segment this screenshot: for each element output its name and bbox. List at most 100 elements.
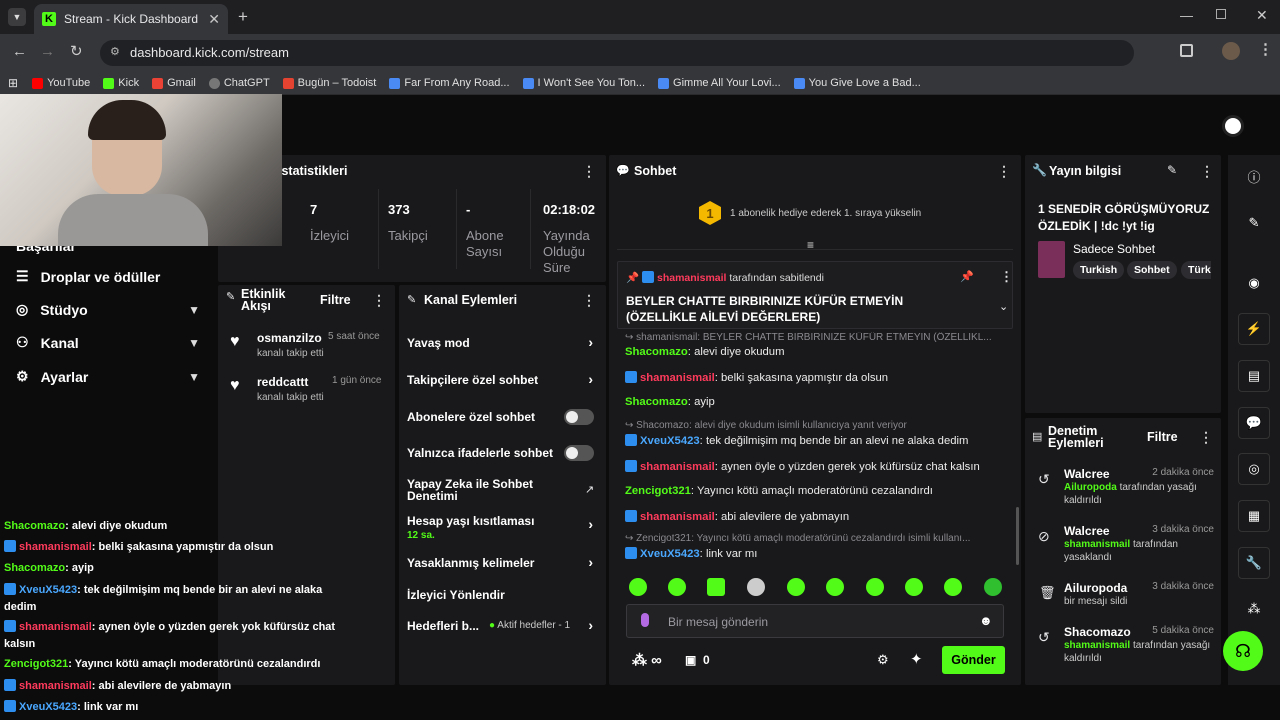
badge-icon xyxy=(4,679,16,691)
chat-message: Shacomazo: alevi diye okudum xyxy=(625,346,785,358)
wrench-icon[interactable]: 🔧 xyxy=(1238,547,1270,579)
edit-icon[interactable]: ✎ xyxy=(1238,207,1270,239)
unpin-icon[interactable]: 📌 xyxy=(960,270,974,283)
heart-icon: ♥ xyxy=(230,333,240,350)
emote-icon[interactable] xyxy=(668,578,686,596)
emote-icon[interactable] xyxy=(984,578,1002,596)
back-icon[interactable]: ← xyxy=(12,43,27,60)
lightning-icon[interactable]: ⚡ xyxy=(1238,313,1270,345)
channel-actions-menu-icon[interactable]: ⋮ xyxy=(582,292,596,309)
emote-icon[interactable] xyxy=(866,578,884,596)
tag-chip[interactable]: Türk xyxy=(1181,261,1211,279)
emoji-icon[interactable]: ☻ xyxy=(979,613,993,628)
external-link-icon[interactable]: ↗ xyxy=(585,483,594,496)
gear-icon: ⚙ xyxy=(16,368,29,384)
broadcast-icon[interactable]: ◎ xyxy=(1238,453,1270,485)
tag-chip[interactable]: Sohbet xyxy=(1127,261,1177,279)
emote-icon[interactable] xyxy=(707,578,725,596)
banned-words-row[interactable]: Yasaklanmış kelimeler › xyxy=(407,554,593,570)
tab-list-chevron-icon[interactable]: ▼ xyxy=(8,8,26,26)
tag-chip[interactable]: Turkish xyxy=(1073,261,1125,279)
bookmark-gmail[interactable]: Gmail xyxy=(152,77,196,89)
wrench-icon: 🔧 xyxy=(1032,163,1047,177)
chevron-down-icon: ▼ xyxy=(188,369,200,384)
goals-row[interactable]: Hedefleri b... ● Aktif hedefler - 1 › xyxy=(407,617,593,633)
microphone-icon[interactable] xyxy=(641,613,649,627)
browser-tab-bar: ▼ K Stream - Kick Dashboard ✕ + — ✕ xyxy=(0,0,1280,34)
chat-message: Shacomazo: ayip xyxy=(625,396,715,408)
layout-icon[interactable]: ▦ xyxy=(1238,500,1270,532)
chat-settings-icon[interactable]: ⚙ xyxy=(877,652,889,668)
url-bar[interactable]: ⚙ dashboard.kick.com/stream xyxy=(100,40,1134,66)
emote-icon[interactable] xyxy=(747,578,765,596)
bookmark-song-2[interactable]: I Won't See You Ton... xyxy=(522,77,645,89)
send-button[interactable]: Gönder xyxy=(942,646,1005,674)
close-window-icon[interactable]: ✕ xyxy=(1256,7,1268,24)
chat-icon[interactable]: 💬 xyxy=(1238,407,1270,439)
forward-icon[interactable]: → xyxy=(40,43,55,60)
bookmark-song-1[interactable]: Far From Any Road... xyxy=(389,77,510,89)
gift-banner[interactable]: 1 1 abonelik hediye ederek 1. sıraya yük… xyxy=(699,201,921,225)
support-headset-button[interactable]: ☊ xyxy=(1223,631,1263,671)
share-icon[interactable]: ⁂ xyxy=(1238,593,1270,625)
apps-icon[interactable]: ⊞ xyxy=(8,76,18,90)
moderation-menu-icon[interactable]: ⋮ xyxy=(1199,429,1213,446)
slow-mode-row[interactable]: Yavaş mod › xyxy=(407,334,593,350)
activity-filter-button[interactable]: Filtre xyxy=(320,293,351,307)
bookmark-kick[interactable]: Kick xyxy=(103,77,139,89)
new-tab-icon[interactable]: + xyxy=(238,7,248,27)
pinned-menu-icon[interactable]: ⋮ xyxy=(1000,269,1013,285)
points-display[interactable]: ⁂ ∞ xyxy=(632,651,662,669)
category-name[interactable]: Sadece Sohbet xyxy=(1073,242,1155,256)
emote-icon[interactable] xyxy=(629,578,647,596)
emote-icon[interactable] xyxy=(944,578,962,596)
bookmark-chatgpt[interactable]: ChatGPT xyxy=(208,77,270,89)
close-tab-icon[interactable]: ✕ xyxy=(208,11,220,28)
moderation-filter-button[interactable]: Filtre xyxy=(1147,430,1178,444)
bookmark-todoist[interactable]: Bugün – Todoist xyxy=(282,77,376,89)
sidebar-item-studio[interactable]: ◎ Stüdyo ▼ xyxy=(16,301,200,318)
bookmark-song-3[interactable]: Gimme All Your Lovi... xyxy=(658,77,781,89)
stats-menu-icon[interactable]: ⋮ xyxy=(582,163,596,180)
info-icon[interactable]: ⓘ xyxy=(1238,160,1270,192)
camera-icon[interactable]: ◉ xyxy=(1238,267,1270,299)
reload-icon[interactable]: ↻ xyxy=(70,42,83,60)
emote-icon[interactable] xyxy=(787,578,805,596)
extensions-icon[interactable] xyxy=(1180,44,1193,57)
emote-icon[interactable] xyxy=(905,578,923,596)
ai-moderation-row[interactable]: Yapay Zeka ile Sohbet Denetimi xyxy=(407,478,547,502)
followers-only-row[interactable]: Takipçilere özel sohbet › xyxy=(407,371,593,387)
sidebar-item-drops[interactable]: ☰ Droplar ve ödüller xyxy=(16,268,200,285)
minimize-icon[interactable]: — xyxy=(1180,8,1193,23)
activity-menu-icon[interactable]: ⋮ xyxy=(372,292,386,309)
browser-menu-icon[interactable]: ⋮ xyxy=(1258,40,1273,58)
chest-display[interactable]: ▣ 0 xyxy=(685,653,710,667)
badge-icon xyxy=(4,583,16,595)
browser-tab[interactable]: K Stream - Kick Dashboard ✕ xyxy=(34,4,228,34)
stream-info-menu-icon[interactable]: ⋮ xyxy=(1200,163,1214,180)
chat-input[interactable]: Bir mesaj gönderin ☻ xyxy=(626,604,1004,638)
maximize-icon[interactable] xyxy=(1216,9,1226,19)
profile-avatar[interactable] xyxy=(1222,42,1240,60)
chat-message: XveuX5423: tek değilmişim mq bende bir a… xyxy=(625,434,1005,447)
chevron-down-icon[interactable]: ⌄ xyxy=(999,300,1008,313)
sidebar-item-channel[interactable]: ⚇ Kanal ▼ xyxy=(16,334,200,351)
pin-icon: 📌 xyxy=(626,272,640,284)
emote-icon[interactable] xyxy=(826,578,844,596)
chat-menu-icon[interactable]: ⋮ xyxy=(997,163,1011,180)
pinned-message[interactable]: 📌 shamanismail tarafından sabitlendi 📌 ⋮… xyxy=(617,261,1013,329)
site-info-icon[interactable]: ⚙ xyxy=(110,45,120,58)
chat-message: XveuX5423: link var mı xyxy=(625,547,1005,560)
bookmark-youtube[interactable]: YouTube xyxy=(32,77,90,89)
sidebar-item-settings[interactable]: ⚙ Ayarlar ▼ xyxy=(16,368,200,385)
shield-icon[interactable]: ✦ xyxy=(910,650,923,668)
subs-only-toggle[interactable] xyxy=(564,409,594,425)
redirect-viewers-row[interactable]: İzleyici Yönlendir xyxy=(407,588,593,602)
emote-only-toggle[interactable] xyxy=(564,445,594,461)
chat-scrollbar[interactable] xyxy=(1016,507,1019,565)
notes-icon[interactable]: ▤ xyxy=(1238,360,1270,392)
user-avatar[interactable] xyxy=(1222,115,1244,137)
bookmark-song-4[interactable]: You Give Love a Bad... xyxy=(793,77,921,89)
account-age-row[interactable]: Hesap yaşı kısıtlaması 12 sa. › xyxy=(407,514,593,541)
edit-icon[interactable]: ✎ xyxy=(1167,163,1177,177)
